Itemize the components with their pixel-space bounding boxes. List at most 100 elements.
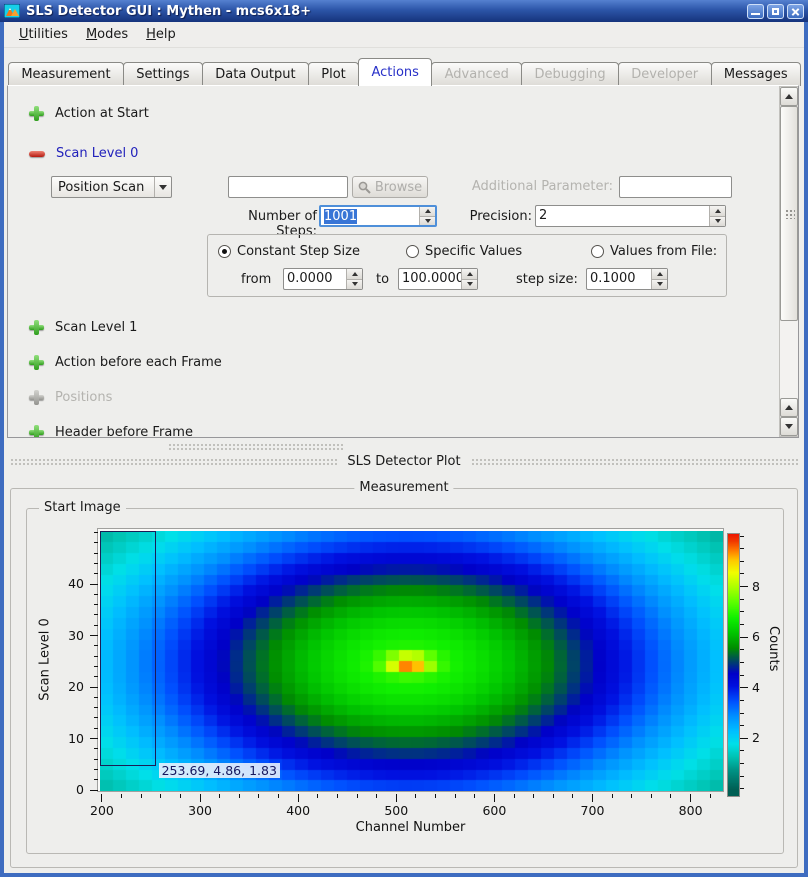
radio-on-icon[interactable] <box>218 245 231 258</box>
app-icon <box>4 4 20 18</box>
script-path-input[interactable] <box>228 176 348 198</box>
step-size-label: step size: <box>516 272 578 287</box>
arrow-up-icon <box>785 94 793 99</box>
measurement-group-title: Measurement <box>354 480 453 495</box>
colorbar-title: Counts <box>766 626 781 671</box>
step-size-spinbox[interactable]: 0.1000 <box>586 268 668 290</box>
menu-utilities[interactable]: Utilities <box>10 24 77 45</box>
arrow-down-icon <box>785 424 793 429</box>
additional-parameter-input[interactable] <box>619 176 732 198</box>
scan-mode-combobox[interactable]: Position Scan <box>51 176 172 198</box>
tab-bar: Measurement Settings Data Output Plot Ac… <box>8 58 800 86</box>
menu-help[interactable]: Help <box>137 24 185 45</box>
precision-up-button[interactable] <box>710 206 725 217</box>
step-down-button[interactable] <box>652 280 667 290</box>
title-bar[interactable]: SLS Detector GUI : Mythen - mcs6x18+ <box>0 0 808 22</box>
plot-panel: Measurement Start Image 253.69, 4.86, 1.… <box>4 476 804 873</box>
expand-plus-icon[interactable] <box>29 425 44 439</box>
close-button[interactable] <box>787 4 804 19</box>
window-border-right <box>804 22 808 873</box>
x-axis-ticks <box>99 794 722 803</box>
splitter-grip-dots <box>168 443 343 450</box>
heatmap-plot-canvas[interactable]: 253.69, 4.86, 1.83 <box>97 528 724 792</box>
splitter-dots-left <box>10 458 337 465</box>
vertical-scrollbar[interactable] <box>779 86 799 437</box>
tab-advanced: Advanced <box>431 62 522 86</box>
from-label: from <box>241 272 271 287</box>
scan-level-1-label: Scan Level 1 <box>55 320 137 335</box>
window-border-bottom <box>0 873 808 877</box>
y-axis-tick-labels: 010203040 <box>58 530 86 790</box>
scrollbar-thumb[interactable] <box>780 106 798 321</box>
positions-row: Positions <box>29 389 112 405</box>
tab-plot[interactable]: Plot <box>308 62 359 86</box>
maximize-button[interactable] <box>767 4 784 19</box>
chevron-down-icon <box>154 177 171 197</box>
splitter-handle[interactable]: SLS Detector Plot <box>4 438 804 476</box>
grip-dots-icon <box>785 209 795 219</box>
colorbar <box>727 533 740 797</box>
magnifier-icon <box>358 181 371 194</box>
tab-data-output[interactable]: Data Output <box>202 62 309 86</box>
precision-spinbox[interactable]: 2 <box>535 205 726 227</box>
constant-step-size-label: Constant Step Size <box>237 244 360 259</box>
minimize-button[interactable] <box>747 4 764 19</box>
scroll-up-button[interactable] <box>780 87 798 106</box>
expand-plus-icon-disabled <box>29 390 44 405</box>
steps-down-button[interactable] <box>420 217 435 226</box>
precision-down-button[interactable] <box>710 217 725 227</box>
steps-up-button[interactable] <box>420 207 435 217</box>
additional-parameter-label: Additional Parameter: <box>463 179 613 194</box>
radio-off-icon[interactable] <box>406 245 419 258</box>
step-mode-groupbox: Constant Step Size Specific Values Value… <box>207 234 727 297</box>
specific-values-radio[interactable]: Specific Values <box>406 243 522 259</box>
number-of-steps-spinbox[interactable]: 1001 <box>319 205 437 227</box>
constant-step-size-radio[interactable]: Constant Step Size <box>218 243 360 259</box>
number-of-steps-value: 1001 <box>324 209 357 224</box>
heatmap-image[interactable] <box>100 531 723 791</box>
scroll-down-button[interactable] <box>780 417 798 436</box>
to-up-button[interactable] <box>462 269 477 280</box>
cursor-readout: 253.69, 4.86, 1.83 <box>159 763 280 778</box>
expand-plus-icon[interactable] <box>29 355 44 370</box>
zoom-selection-rect <box>100 531 156 766</box>
to-spinbox[interactable]: 100.0000 <box>398 268 478 290</box>
values-from-file-radio[interactable]: Values from File: <box>591 243 717 259</box>
to-down-button[interactable] <box>462 280 477 290</box>
scroll-up-button-2[interactable] <box>780 398 798 417</box>
x-axis-title: Channel Number <box>99 820 722 835</box>
expand-plus-icon[interactable] <box>29 320 44 335</box>
tab-settings[interactable]: Settings <box>123 62 203 86</box>
header-before-frame-row: Header before Frame <box>29 424 193 438</box>
app-window: SLS Detector GUI : Mythen - mcs6x18+ Uti… <box>0 0 808 877</box>
collapse-minus-icon[interactable] <box>29 146 45 161</box>
from-spinbox[interactable]: 0.0000 <box>283 268 363 290</box>
splitter-label: SLS Detector Plot <box>347 454 460 469</box>
tab-measurement[interactable]: Measurement <box>8 62 124 86</box>
from-up-button[interactable] <box>347 269 362 280</box>
browse-button-label: Browse <box>375 180 422 195</box>
scan-level-0-row: Scan Level 0 <box>29 145 138 161</box>
start-image-group-title: Start Image <box>39 500 126 515</box>
from-down-button[interactable] <box>347 280 362 290</box>
action-before-frame-label: Action before each Frame <box>55 355 222 370</box>
specific-values-label: Specific Values <box>425 244 522 259</box>
tab-actions[interactable]: Actions <box>358 58 432 86</box>
menu-modes[interactable]: Modes <box>77 24 137 45</box>
step-size-value: 0.1000 <box>587 269 651 289</box>
actions-tab-pane: Action at Start Scan Level 0 Position Sc… <box>7 85 799 438</box>
header-before-frame-label: Header before Frame <box>55 425 193 439</box>
y-axis-title: Scan Level 0 <box>38 605 53 715</box>
expand-plus-icon[interactable] <box>29 106 44 121</box>
to-value: 100.0000 <box>399 269 461 289</box>
arrow-up-icon <box>785 405 793 410</box>
menu-bar: Utilities Modes Help <box>4 22 804 48</box>
tab-messages[interactable]: Messages <box>711 62 801 86</box>
radio-off-icon[interactable] <box>591 245 604 258</box>
scan-level-1-row: Scan Level 1 <box>29 319 137 335</box>
step-up-button[interactable] <box>652 269 667 280</box>
y-axis-ticks <box>89 530 98 790</box>
tab-debugging: Debugging <box>521 62 619 86</box>
x-axis-tick-labels: 200300400500600700800 <box>99 803 722 819</box>
action-at-start-row: Action at Start <box>29 105 149 121</box>
